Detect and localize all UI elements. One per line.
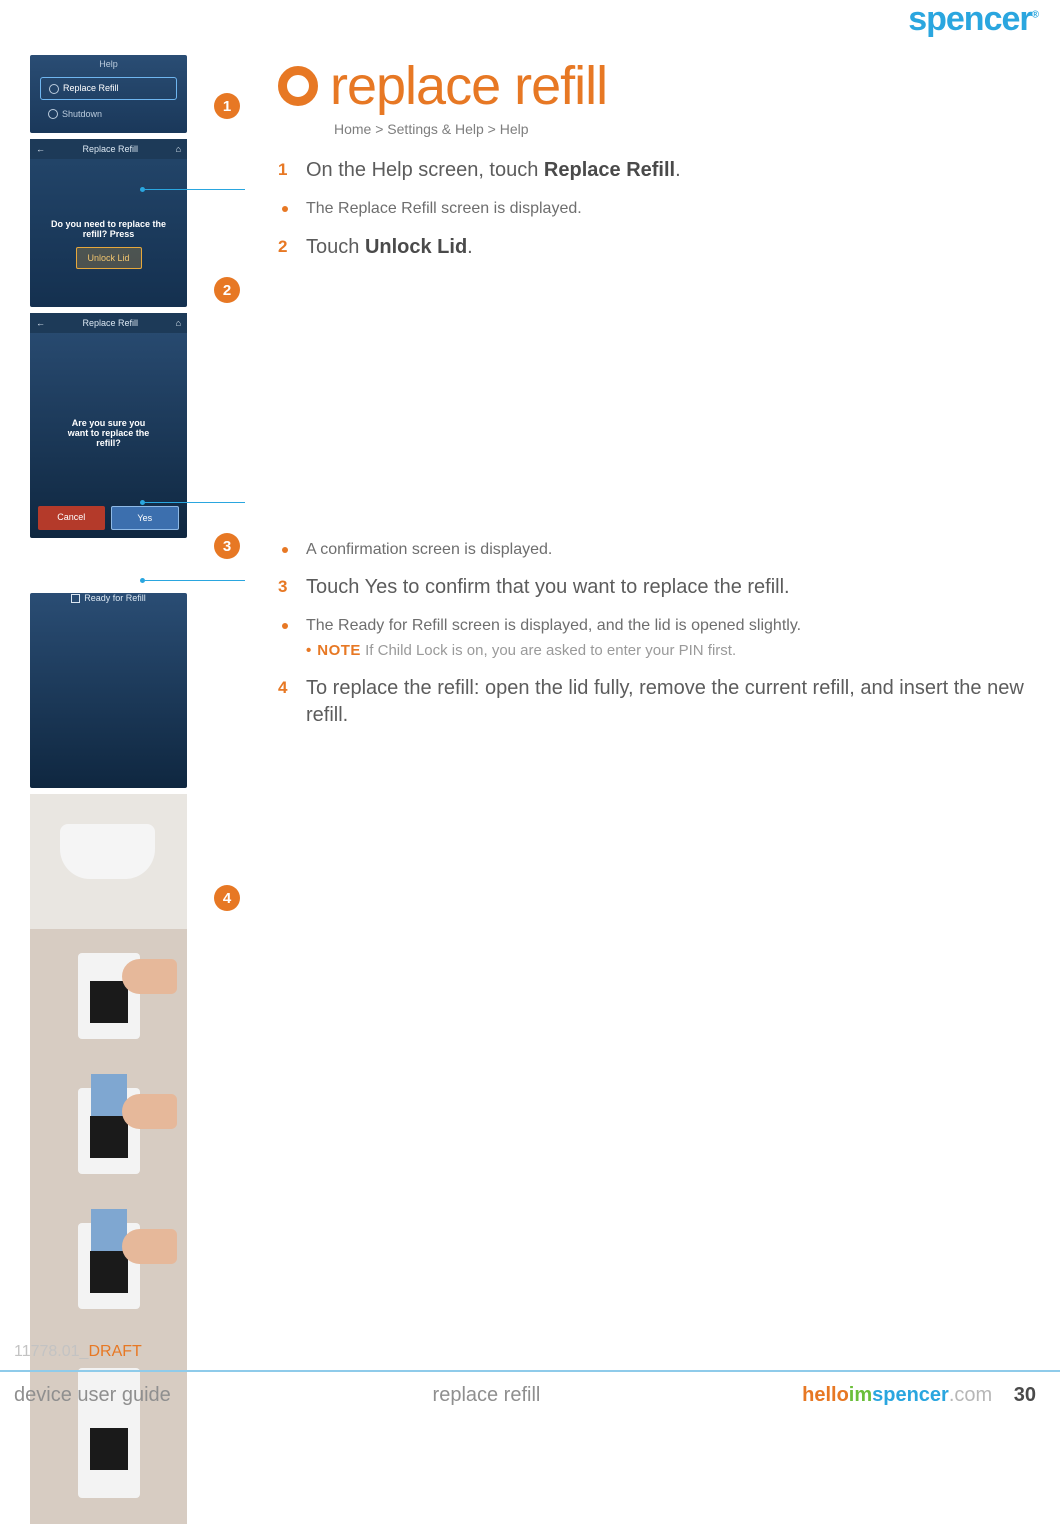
shot3-header: ← Replace Refill ⌂ — [30, 313, 187, 333]
document-id: 11778.01_DRAFT — [14, 1343, 142, 1361]
photo-insert-refill-2 — [30, 1199, 187, 1334]
shot2-unlock-lid-button: Unlock Lid — [76, 247, 142, 269]
badge-2: 2 — [214, 277, 240, 303]
connector-line — [145, 189, 245, 190]
step-4: 4 To replace the refill: open the lid fu… — [278, 675, 1035, 729]
photo-remove-refill — [30, 929, 187, 1064]
photo-insert-refill-1 — [30, 1064, 187, 1199]
home-icon: ⌂ — [176, 318, 181, 328]
screenshot-1: Help Replace Refill Shutdown — [30, 55, 187, 133]
shot1-header: Help — [30, 55, 187, 73]
photo-final — [30, 1334, 187, 1524]
shot2-prompt: Do you need to replace the refill? Press — [30, 219, 187, 239]
badge-1: 1 — [214, 93, 240, 119]
connector-line — [145, 580, 245, 581]
footer-right: helloimspencer.com 30 — [802, 1384, 1036, 1407]
shot3-cancel-button: Cancel — [38, 506, 105, 530]
result-2: A confirmation screen is displayed. — [278, 539, 1035, 561]
shot1-shutdown: Shutdown — [40, 104, 177, 125]
step-1: 1 On the Help screen, touch Replace Refi… — [278, 157, 1035, 184]
connector-line — [145, 502, 245, 503]
screenshot-4: Ready for Refill — [30, 593, 187, 788]
back-arrow-icon: ← — [36, 318, 45, 328]
shot2-header: ← Replace Refill ⌂ — [30, 139, 187, 159]
screenshot-3: ← Replace Refill ⌂ Are you sure you want… — [30, 313, 187, 538]
result-3: The Ready for Refill screen is displayed… — [278, 615, 1035, 661]
instruction-list-2: A confirmation screen is displayed. 3 To… — [278, 539, 1035, 729]
screenshot-column: Help Replace Refill Shutdown ← Replace R… — [15, 55, 240, 1524]
step-2: 2 Touch Unlock Lid. — [278, 234, 1035, 261]
back-arrow-icon: ← — [36, 144, 45, 154]
badge-4: 4 — [214, 885, 240, 911]
shot3-yes-button: Yes — [111, 506, 180, 530]
shot4-ready: Ready for Refill — [30, 593, 187, 603]
brand-logo: spencer® — [908, 0, 1038, 39]
instruction-list: 1 On the Help screen, touch Replace Refi… — [278, 157, 1035, 261]
badge-3: 3 — [214, 533, 240, 559]
photo-lid-open — [30, 794, 187, 929]
section-ring-icon — [278, 66, 318, 106]
page-footer: device user guide replace refill helloim… — [0, 1370, 1060, 1425]
shot1-replace-refill: Replace Refill — [40, 77, 177, 100]
footer-center: replace refill — [433, 1384, 541, 1407]
breadcrumb: Home > Settings & Help > Help — [334, 121, 1035, 137]
result-1: The Replace Refill screen is displayed. — [278, 198, 1035, 220]
instructions-column: replace refill Home > Settings & Help > … — [240, 55, 1035, 1524]
page-title: replace refill — [330, 55, 607, 117]
note-child-lock: •NOTE If Child Lock is on, you are asked… — [306, 641, 801, 661]
home-icon: ⌂ — [176, 144, 181, 154]
footer-left: device user guide — [14, 1384, 171, 1407]
screenshot-2: ← Replace Refill ⌂ Do you need to replac… — [30, 139, 187, 307]
step-3: 3 Touch Yes to confirm that you want to … — [278, 574, 1035, 601]
shot3-prompt: Are you sure you want to replace the ref… — [30, 418, 187, 448]
